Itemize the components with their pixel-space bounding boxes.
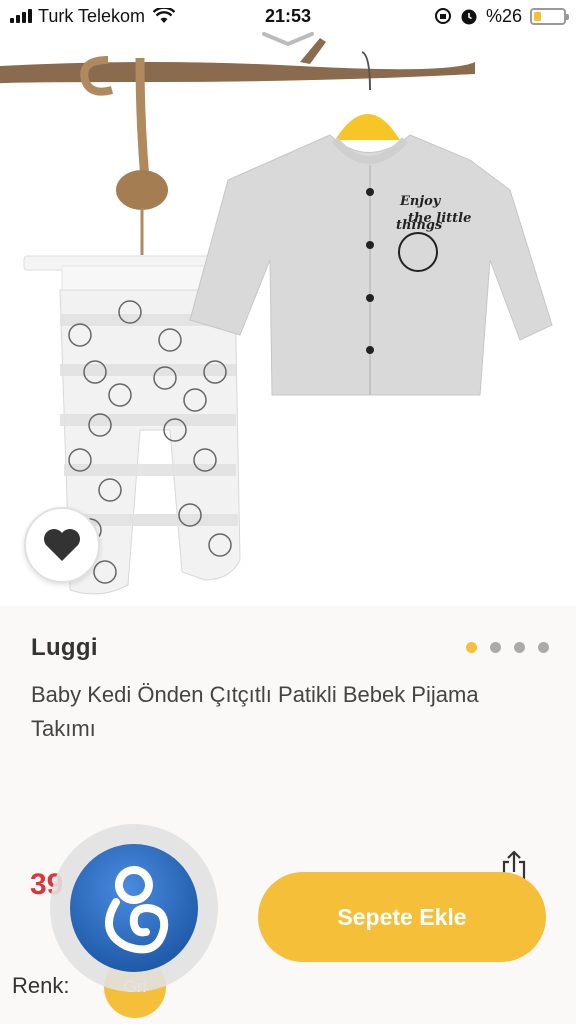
battery-icon (530, 7, 569, 25)
pagination-dot[interactable] (514, 642, 525, 653)
status-bar: Turk Telekom 21:53 %26 (0, 0, 576, 32)
battery-level (534, 11, 542, 21)
heart-icon (44, 529, 80, 561)
alarm-icon (461, 9, 477, 25)
rotation-lock-icon (434, 8, 451, 24)
product-image-gallery[interactable]: Enjoy the little things (0, 0, 576, 606)
pagination-dot[interactable] (466, 642, 477, 653)
chevron-down-icon[interactable] (262, 32, 314, 46)
gallery-pagination (466, 642, 549, 653)
wifi-icon (153, 8, 176, 23)
battery-percent: %26 (485, 5, 522, 26)
product-title: Baby Kedi Önden Çıtçıtlı Patikli Bebek P… (31, 682, 479, 741)
pagination-dot[interactable] (538, 642, 549, 653)
carrier-name: Turk Telekom (38, 5, 146, 26)
favorite-button[interactable] (24, 507, 100, 583)
signal-icon (10, 9, 32, 23)
assistant-logo-icon (70, 844, 198, 972)
svg-text:things: things (396, 218, 443, 233)
svg-text:Enjoy: Enjoy (399, 194, 442, 209)
brand-name[interactable]: Luggi (31, 634, 98, 662)
pagination-dot[interactable] (490, 642, 501, 653)
floating-assistant-button[interactable] (50, 824, 218, 992)
add-to-cart-button[interactable]: Sepete Ekle (258, 872, 546, 962)
color-label: Renk: (12, 973, 70, 998)
